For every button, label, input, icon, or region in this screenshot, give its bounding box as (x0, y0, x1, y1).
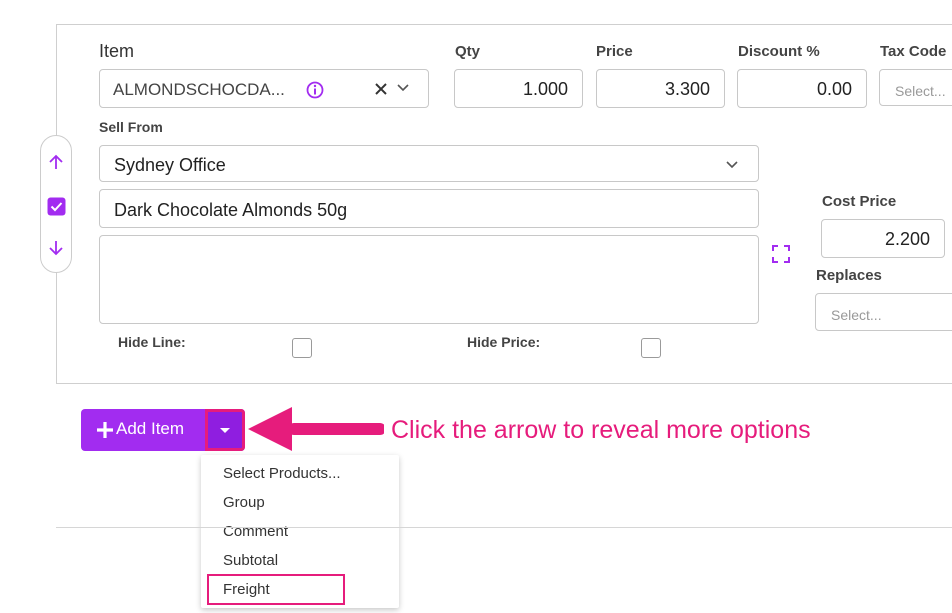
menu-item-group[interactable]: Group (223, 494, 265, 511)
arrow-up-icon[interactable] (47, 153, 65, 171)
replaces-label: Replaces (816, 267, 882, 284)
add-item-dropdown-toggle[interactable] (205, 409, 245, 451)
discount-label: Discount % (738, 43, 820, 60)
annotation-callout: Click the arrow to reveal more options (391, 416, 811, 444)
expand-icon[interactable] (772, 245, 790, 263)
item-label: Item (99, 41, 135, 61)
hide-price-checkbox[interactable] (641, 338, 661, 358)
reorder-control (40, 135, 72, 273)
qty-field[interactable]: 1.000 (454, 69, 583, 108)
section-divider (56, 527, 952, 528)
add-item-label: Add Item (116, 419, 185, 438)
freight-highlight (207, 574, 345, 605)
item-select[interactable]: ALMONDSCHOCDA... (99, 69, 429, 108)
replaces-placeholder: Select... (831, 307, 882, 323)
qty-label: Qty (455, 43, 481, 60)
annotation-arrow (248, 407, 384, 451)
sell-from-select[interactable]: Sydney Office (99, 145, 759, 182)
caret-down-icon (220, 428, 230, 433)
hide-line-checkbox[interactable] (292, 338, 312, 358)
description-value: Dark Chocolate Almonds 50g (114, 200, 348, 220)
info-circle-icon[interactable] (306, 81, 324, 99)
chevron-down-icon[interactable] (397, 84, 409, 92)
tax-code-select[interactable]: Select... (879, 69, 952, 106)
replaces-select[interactable]: Select... (815, 293, 952, 331)
qty-value: 1.000 (522, 79, 568, 99)
price-value: 3.300 (664, 79, 710, 99)
tax-code-placeholder: Select... (895, 83, 946, 99)
cost-price-value: 2.200 (884, 229, 930, 249)
sell-from-label: Sell From (99, 119, 163, 135)
menu-item-subtotal[interactable]: Subtotal (223, 552, 278, 569)
sell-from-value: Sydney Office (114, 155, 226, 175)
plus-icon (97, 422, 113, 438)
description-field[interactable]: Dark Chocolate Almonds 50g (99, 189, 759, 228)
discount-field[interactable]: 0.00 (737, 69, 867, 108)
price-field[interactable]: 3.300 (596, 69, 725, 108)
tax-code-label: Tax Code (880, 43, 947, 60)
notes-textarea[interactable] (99, 235, 759, 324)
item-value: ALMONDSCHOCDA... (113, 80, 285, 99)
chevron-down-icon (726, 161, 738, 169)
selected-checkbox[interactable] (47, 197, 66, 216)
close-icon[interactable] (375, 83, 387, 95)
menu-item-comment[interactable]: Comment (223, 523, 288, 540)
arrow-down-icon[interactable] (47, 239, 65, 257)
price-label: Price (596, 43, 633, 60)
discount-value: 0.00 (816, 79, 852, 99)
hide-line-label: Hide Line: (118, 334, 186, 350)
cost-price-field[interactable]: 2.200 (821, 219, 945, 258)
cost-price-label: Cost Price (822, 193, 897, 210)
menu-item-select-products[interactable]: Select Products... (223, 465, 341, 482)
hide-price-label: Hide Price: (467, 334, 541, 350)
